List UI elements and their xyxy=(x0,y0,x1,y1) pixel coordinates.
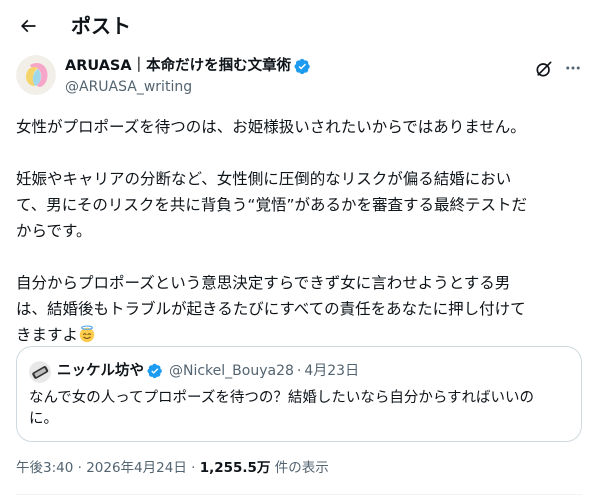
view-count: 1,255.5万 xyxy=(199,460,271,476)
post-text-line: て、男にそのリスクを共に背負う“覚悟”があるかを審査する最終テストだ xyxy=(16,196,527,214)
quoted-header-row: ニッケル坊や @Nickel_Bouya28 · 4月23日 xyxy=(57,362,359,380)
post-author: ARUASA｜本命だけを掴む文章術 @ARUASA_writing xyxy=(16,55,581,97)
post-text-line: きますよ xyxy=(16,326,79,344)
post-time[interactable]: 午後3:40 xyxy=(16,460,73,476)
verified-badge-icon xyxy=(294,58,311,75)
post-text-line: は、結婚後もトラブルが起きるたびにすべての責任をあなたに押し付けて xyxy=(16,300,526,318)
post-text-last-line: きますよ xyxy=(16,322,583,348)
author-display-name[interactable]: ARUASA｜本命だけを掴む文章術 xyxy=(65,57,291,75)
author-handle[interactable]: @ARUASA_writing xyxy=(65,78,192,96)
quoted-text: なんで女の人ってプロポーズを待つの？結婚したいなら自分からすればいいの に。 xyxy=(29,388,569,430)
divider xyxy=(16,494,582,495)
post-text-line: からです。 xyxy=(16,222,92,240)
quoted-separator: · xyxy=(296,363,302,379)
quoted-avatar-image xyxy=(29,361,51,383)
post-text-blank-line xyxy=(16,140,583,166)
meta-separator: · xyxy=(73,460,87,476)
verified-badge-icon xyxy=(147,363,163,379)
back-button[interactable] xyxy=(12,10,44,42)
post-date[interactable]: 2026年4月24日 xyxy=(86,460,187,476)
quoted-date[interactable]: 4月23日 xyxy=(304,362,359,380)
post-text-line: 妊娠やキャリアの分断など、女性側に圧倒的なリスクが偏る結婚におい xyxy=(16,170,512,188)
avatar[interactable] xyxy=(16,55,56,95)
post-text: 女性がプロポーズを待つのは、お姫様扱いされたいからではありません。 妊娠やキャリ… xyxy=(16,114,583,348)
author-name-row[interactable]: ARUASA｜本命だけを掴む文章術 xyxy=(65,57,311,75)
ellipsis-icon xyxy=(566,66,580,70)
grok-icon xyxy=(536,61,552,77)
quoted-text-line: に。 xyxy=(29,411,58,427)
meta-separator: · xyxy=(186,460,200,476)
post-text-line: 自分からプロポーズという意思決定すらできず女に言わせようとする男 xyxy=(16,274,511,292)
quoted-avatar[interactable] xyxy=(29,361,51,383)
page-title: ポスト xyxy=(71,14,131,38)
post-text-blank-line xyxy=(16,244,583,270)
avatar-image xyxy=(16,55,56,95)
quoted-text-line: なんで女の人ってプロポーズを待つの？結婚したいなら自分からすればいいの xyxy=(29,390,535,406)
view-count-label: 件の表示 xyxy=(270,460,329,476)
quoted-display-name[interactable]: ニッケル坊や xyxy=(57,362,144,380)
smiling-face-with-halo-icon xyxy=(78,325,96,343)
post-metadata: 午後3:40 · 2026年4月24日 · 1,255.5万 件の表示 xyxy=(16,459,329,477)
post-text-line: 女性がプロポーズを待つのは、お姫様扱いされたいからではありません。 xyxy=(16,118,526,136)
top-bar: ポスト xyxy=(0,0,597,52)
quoted-post[interactable]: ニッケル坊や @Nickel_Bouya28 · 4月23日 なんで女の人ってプ… xyxy=(16,346,582,442)
grok-button[interactable] xyxy=(534,59,554,79)
quoted-handle[interactable]: @Nickel_Bouya28 xyxy=(169,362,294,380)
more-options-button[interactable] xyxy=(562,57,584,79)
arrow-left-icon xyxy=(20,19,36,33)
